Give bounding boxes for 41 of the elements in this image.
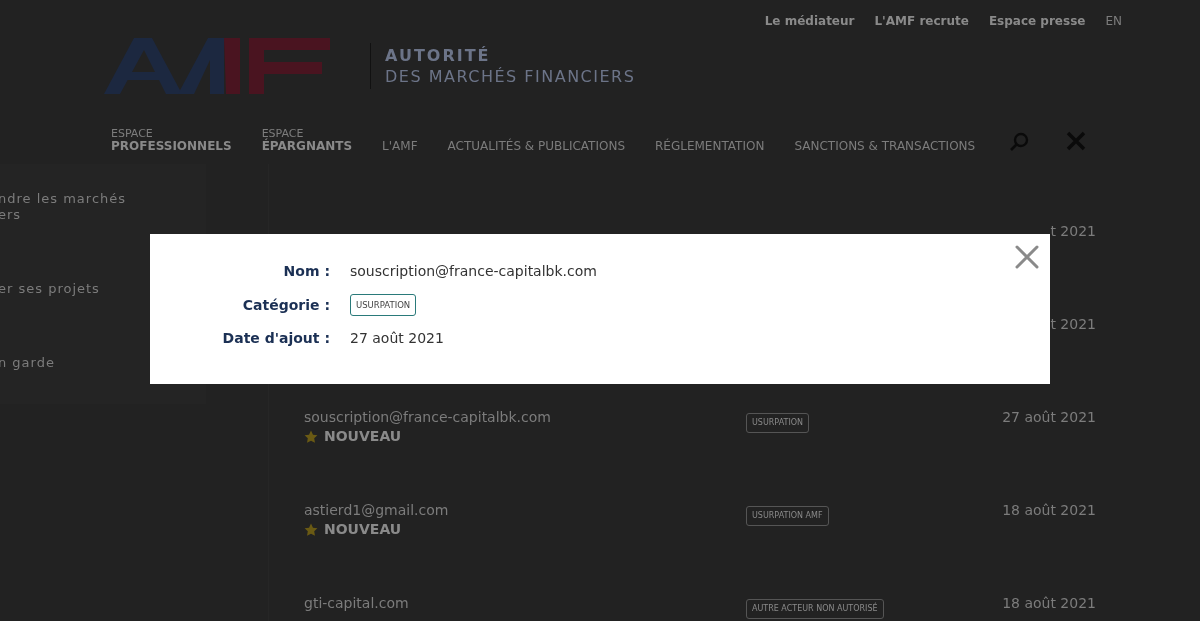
field-label: Catégorie : [241,295,330,315]
category-tag: USURPATION [746,413,810,433]
field-value: souscription@france-capitalbk.com [350,262,597,281]
brand-subtitle: DES MARCHÉS FINANCIERS [385,66,636,87]
nav-item[interactable]: L'AMF [382,140,418,152]
field-label: Date d'ajout : [221,329,330,348]
category-tag: USURPATION AMF [746,506,829,526]
entry-name[interactable]: souscription@france-capitalbk.com [304,408,746,426]
nav-item[interactable]: ESPACE PROFESSIONNELS [111,128,232,152]
top-link[interactable]: Le médiateur [764,12,855,30]
top-link[interactable]: L'AMF recrute [874,12,969,30]
nav-item-caption: ESPACE [261,128,304,140]
new-label: NOUVEAU [324,427,402,446]
nav-item[interactable]: SANCTIONS & TRANSACTIONS [794,140,976,152]
close-button[interactable] [1013,243,1041,271]
category-tag: AUTRE ACTEUR NON AUTORISÉ [746,599,884,619]
entry-name[interactable]: gti-capital.com [304,594,746,612]
nav-item-label: PROFESSIONNELS [111,140,232,152]
entry-name[interactable]: astierd1@gmail.com [304,501,746,519]
entry-date: 18 août 2021 [1002,594,1096,612]
nav-item[interactable]: ACTUALITÉS & PUBLICATIONS [447,140,626,152]
entry-date: 18 août 2021 [1002,501,1096,519]
entry-date: 27 août 2021 [1002,408,1096,426]
nav-item-label: ÉPARGNANTS [261,140,353,152]
entry-date: t 2021 [1050,315,1096,333]
sidebar-link-line: ndre les marchés [0,191,128,207]
language-link[interactable]: EN [1105,12,1122,30]
new-label: NOUVEAU [324,520,402,539]
field-label: Nom : [282,262,330,281]
category-tag: USURPATION [350,294,417,316]
top-link[interactable]: Espace presse [988,12,1086,30]
search-icon[interactable] [1009,132,1030,152]
nav-item-caption: ESPACE [111,128,154,140]
nav-item[interactable]: RÉGLEMENTATION [655,140,765,152]
field-value: 27 août 2021 [350,329,444,348]
brand-title: AUTORITÉ [385,45,492,66]
star-icon [304,522,318,537]
entry-date: t 2021 [1050,222,1096,240]
star-icon [304,429,318,444]
nav-item[interactable]: ESPACE ÉPARGNANTS [261,128,353,152]
close-icon [1015,245,1039,269]
